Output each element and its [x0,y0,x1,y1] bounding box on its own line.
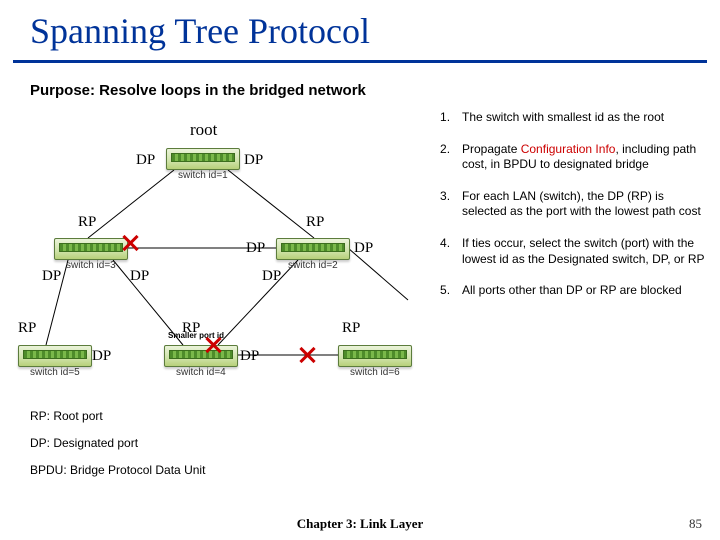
slide: Spanning Tree Protocol Purpose: Resolve … [0,0,720,540]
slide-title: Spanning Tree Protocol [30,10,370,52]
switch-1-label: switch id=1 [178,170,228,181]
switch-2-label: switch id=2 [288,260,338,271]
dp-label-8: DP [92,348,111,365]
rp-label-2: RP [306,214,324,231]
purpose-text: Purpose: Resolve loops in the bridged ne… [30,82,366,99]
root-label: root [190,120,217,140]
step-3: For each LAN (switch), the DP (RP) is se… [440,189,708,220]
step-5: All ports other than DP or RP are blocke… [440,283,708,299]
dp-label-1: DP [136,152,155,169]
footer-chapter: Chapter 3: Link Layer [0,516,720,532]
step-4: If ties occur, select the switch (port) … [440,236,708,267]
highlight-config-info: Configuration Info [521,142,616,156]
blocked-port-icon-2 [204,336,222,354]
switch-3-label: switch id=3 [66,260,116,271]
switch-2 [276,238,350,260]
dp-label-2: DP [244,152,263,169]
dp-label-6: DP [354,240,373,257]
switch-3 [54,238,128,260]
dp-label-4: DP [130,268,149,285]
dp-label-9: DP [240,348,259,365]
rp-label-5: RP [342,320,360,337]
switch-6-label: switch id=6 [350,367,400,378]
steps-list: The switch with smallest id as the root … [440,110,708,315]
blocked-port-icon-3 [298,346,316,364]
switch-1 [166,148,240,170]
legend-rp: RP: Root port [30,405,103,428]
rp-label-3: RP [18,320,36,337]
dp-label-5: DP [246,240,265,257]
legend-dp: DP: Designated port [30,432,138,455]
blocked-port-icon-1 [121,234,139,252]
step-2: Propagate Configuration Info, including … [440,142,708,173]
switch-5-label: switch id=5 [30,367,80,378]
switch-4-label: switch id=4 [176,367,226,378]
network-diagram: root switch id=1 DP DP RP switch id=3 DP… [18,110,428,430]
dp-label-3: DP [42,268,61,285]
switch-4 [164,345,238,367]
page-number: 85 [689,516,702,532]
legend-bpdu: BPDU: Bridge Protocol Data Unit [30,459,205,482]
step-1: The switch with smallest id as the root [440,110,708,126]
title-underline [13,60,707,63]
switch-5 [18,345,92,367]
rp-label-1: RP [78,214,96,231]
dp-label-7: DP [262,268,281,285]
switch-6 [338,345,412,367]
